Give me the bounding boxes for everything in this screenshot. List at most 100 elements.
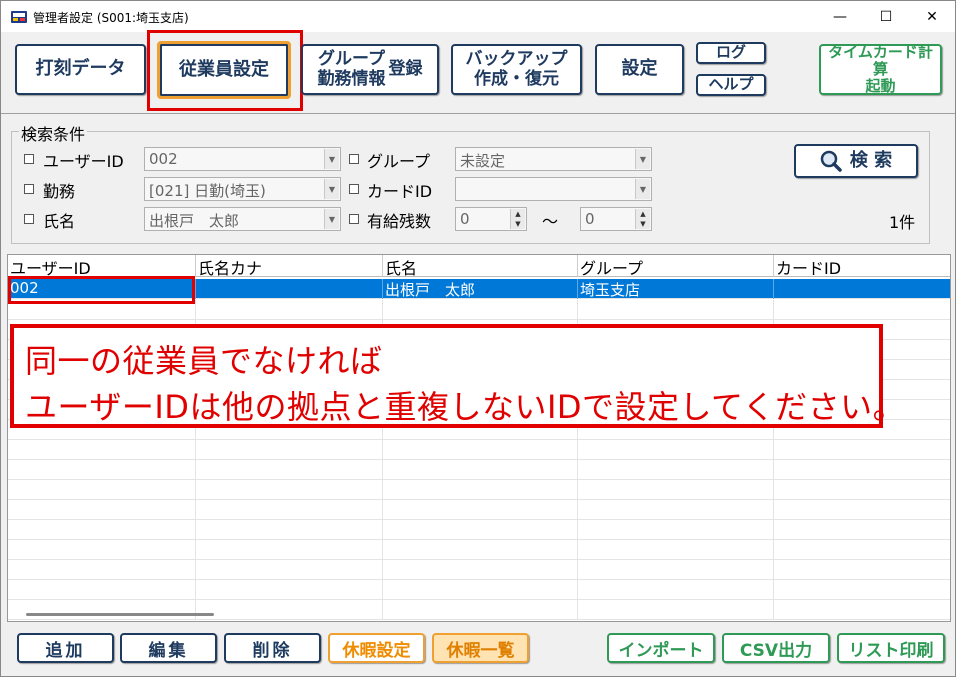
empty-cell (196, 540, 383, 560)
settings-button[interactable]: 設定 (595, 44, 684, 95)
empty-cell (8, 480, 196, 500)
user-id-highlight (8, 276, 195, 304)
toolbar-separator (1, 113, 955, 114)
empty-cell (196, 300, 383, 320)
callout-line-1: 同一の従業員でなければ (25, 342, 383, 380)
column-header-group[interactable]: グループ (578, 255, 774, 277)
paid-leave-to-spinner[interactable]: 0 ▲ ▼ (580, 207, 652, 231)
empty-cell (578, 560, 774, 580)
leave-settings-label: 休暇設定 (342, 640, 411, 661)
user-id-value: 002 (149, 150, 178, 168)
group-duty-line2: 勤務情報 (317, 68, 386, 89)
empty-cell (578, 580, 774, 600)
spin-arrows-icon[interactable]: ▲ ▼ (510, 209, 525, 229)
column-header-card-id[interactable]: カードID (774, 255, 950, 277)
group-label: グループ (367, 152, 431, 171)
empty-cell (578, 480, 774, 500)
column-header-kana[interactable]: 氏名カナ (196, 255, 383, 277)
backup-restore-button[interactable]: バックアップ 作成・復元 (451, 44, 582, 95)
empty-cell (8, 600, 196, 620)
empty-cell (578, 440, 774, 460)
timecard-calc-launch-button[interactable]: タイムカード計算 起動 (819, 43, 942, 96)
group-duty-lines: グループ 勤務情報 (317, 49, 386, 89)
csv-export-button[interactable]: CSV出力 (722, 633, 830, 663)
empty-row (8, 540, 950, 560)
search-icon (820, 150, 842, 172)
empty-cell (383, 520, 578, 540)
minimize-button[interactable]: — (817, 1, 863, 32)
empty-row (8, 600, 950, 620)
empty-cell (578, 600, 774, 620)
user-id-checkbox[interactable] (24, 154, 34, 164)
callout-line-2: ユーザーIDは他の拠点と重複しないIDで設定してください。 (25, 388, 906, 426)
spin-arrows-icon[interactable]: ▲ ▼ (635, 209, 650, 229)
app-icon (11, 11, 27, 23)
horizontal-scrollbar[interactable] (26, 613, 214, 616)
range-tilde: ～ (542, 212, 559, 231)
group-duty-register-button[interactable]: グループ 勤務情報 登録 (301, 44, 439, 95)
empty-cell (774, 480, 950, 500)
name-value: 出根戸 太郎 (149, 212, 240, 230)
cell-kana (196, 279, 383, 299)
employee-settings-highlight (147, 30, 303, 111)
warning-callout: 同一の従業員でなければ ユーザーIDは他の拠点と重複しないIDで設定してください… (10, 324, 905, 428)
employee-list[interactable]: ユーザーID 氏名カナ 氏名 グループ カードID 002 出根戸 太郎 埼玉支… (7, 254, 951, 622)
group-combo[interactable]: 未設定 ▼ (455, 147, 652, 171)
register-label: 登録 (388, 58, 423, 79)
empty-row (8, 580, 950, 600)
search-conditions-label: 検索条件 (19, 121, 88, 145)
name-checkbox[interactable] (24, 214, 34, 224)
close-button[interactable]: ✕ (909, 1, 955, 32)
delete-button[interactable]: 削除 (224, 633, 321, 663)
card-id-checkbox[interactable] (349, 184, 359, 194)
empty-cell (8, 560, 196, 580)
add-label: 追加 (45, 640, 86, 661)
edit-button[interactable]: 編集 (120, 633, 217, 663)
punch-data-button[interactable]: 打刻データ (15, 44, 146, 95)
empty-cell (196, 440, 383, 460)
empty-cell (383, 300, 578, 320)
add-button[interactable]: 追加 (17, 633, 114, 663)
empty-cell (774, 540, 950, 560)
empty-cell (8, 520, 196, 540)
empty-cell (383, 540, 578, 560)
import-button[interactable]: インポート (607, 633, 715, 663)
user-id-combo[interactable]: 002 ▼ (144, 147, 341, 171)
paid-leave-checkbox[interactable] (349, 214, 359, 224)
help-button[interactable]: ヘルプ (696, 74, 766, 96)
duty-combo[interactable]: [021] 日勤(埼玉) ▼ (144, 177, 341, 201)
empty-cell (578, 460, 774, 480)
timecard-lines: タイムカード計算 起動 (821, 43, 940, 96)
paid-leave-to-value: 0 (585, 210, 595, 228)
empty-cell (578, 300, 774, 320)
duty-checkbox[interactable] (24, 184, 34, 194)
log-button[interactable]: ログ (696, 42, 766, 64)
empty-cell (774, 600, 950, 620)
minimize-icon: — (833, 8, 847, 25)
title-bar[interactable]: 管理者設定 (S001:埼玉支店) — ☐ ✕ (1, 1, 955, 32)
empty-cell (8, 580, 196, 600)
list-print-button[interactable]: リスト印刷 (837, 633, 945, 663)
search-button-content: 検 索 (820, 150, 892, 172)
column-header-user-id[interactable]: ユーザーID (8, 255, 196, 277)
maximize-button[interactable]: ☐ (863, 1, 909, 32)
search-button[interactable]: 検 索 (794, 144, 918, 178)
empty-row (8, 500, 950, 520)
empty-cell (383, 460, 578, 480)
empty-cell (196, 480, 383, 500)
backup-line2: 作成・復元 (474, 68, 559, 89)
paid-leave-from-spinner[interactable]: 0 ▲ ▼ (455, 207, 527, 231)
empty-cell (774, 520, 950, 540)
empty-cell (196, 460, 383, 480)
leave-settings-button[interactable]: 休暇設定 (328, 633, 425, 663)
maximize-icon: ☐ (879, 8, 893, 25)
leave-list-button[interactable]: 休暇一覧 (432, 633, 529, 663)
empty-cell (8, 440, 196, 460)
card-id-combo[interactable]: ▼ (455, 177, 652, 201)
empty-cell (196, 580, 383, 600)
empty-cell (578, 540, 774, 560)
name-combo[interactable]: 出根戸 太郎 ▼ (144, 207, 341, 231)
group-checkbox[interactable] (349, 154, 359, 164)
column-header-name[interactable]: 氏名 (383, 255, 578, 277)
empty-cell (8, 500, 196, 520)
